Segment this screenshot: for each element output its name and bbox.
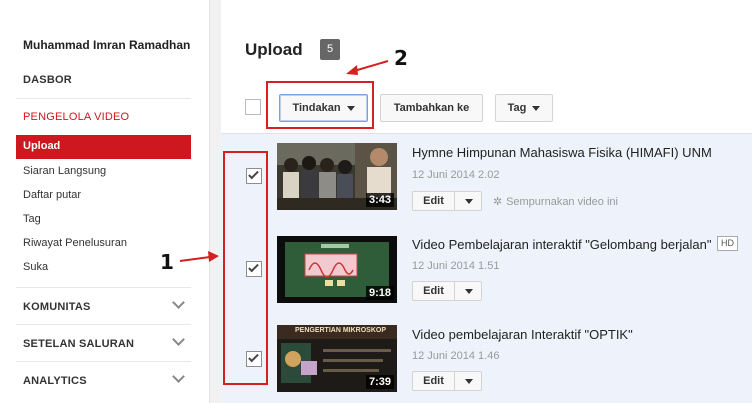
annotation-arrow-2 — [353, 60, 389, 72]
arrow-head-icon — [208, 251, 219, 262]
annotation-label-1: 1 — [160, 250, 174, 274]
annotation-label-2: 2 — [394, 46, 408, 70]
arrow-head-icon — [346, 65, 358, 75]
annotation-arrow-1 — [179, 256, 211, 262]
annotation-arrows — [179, 60, 389, 262]
